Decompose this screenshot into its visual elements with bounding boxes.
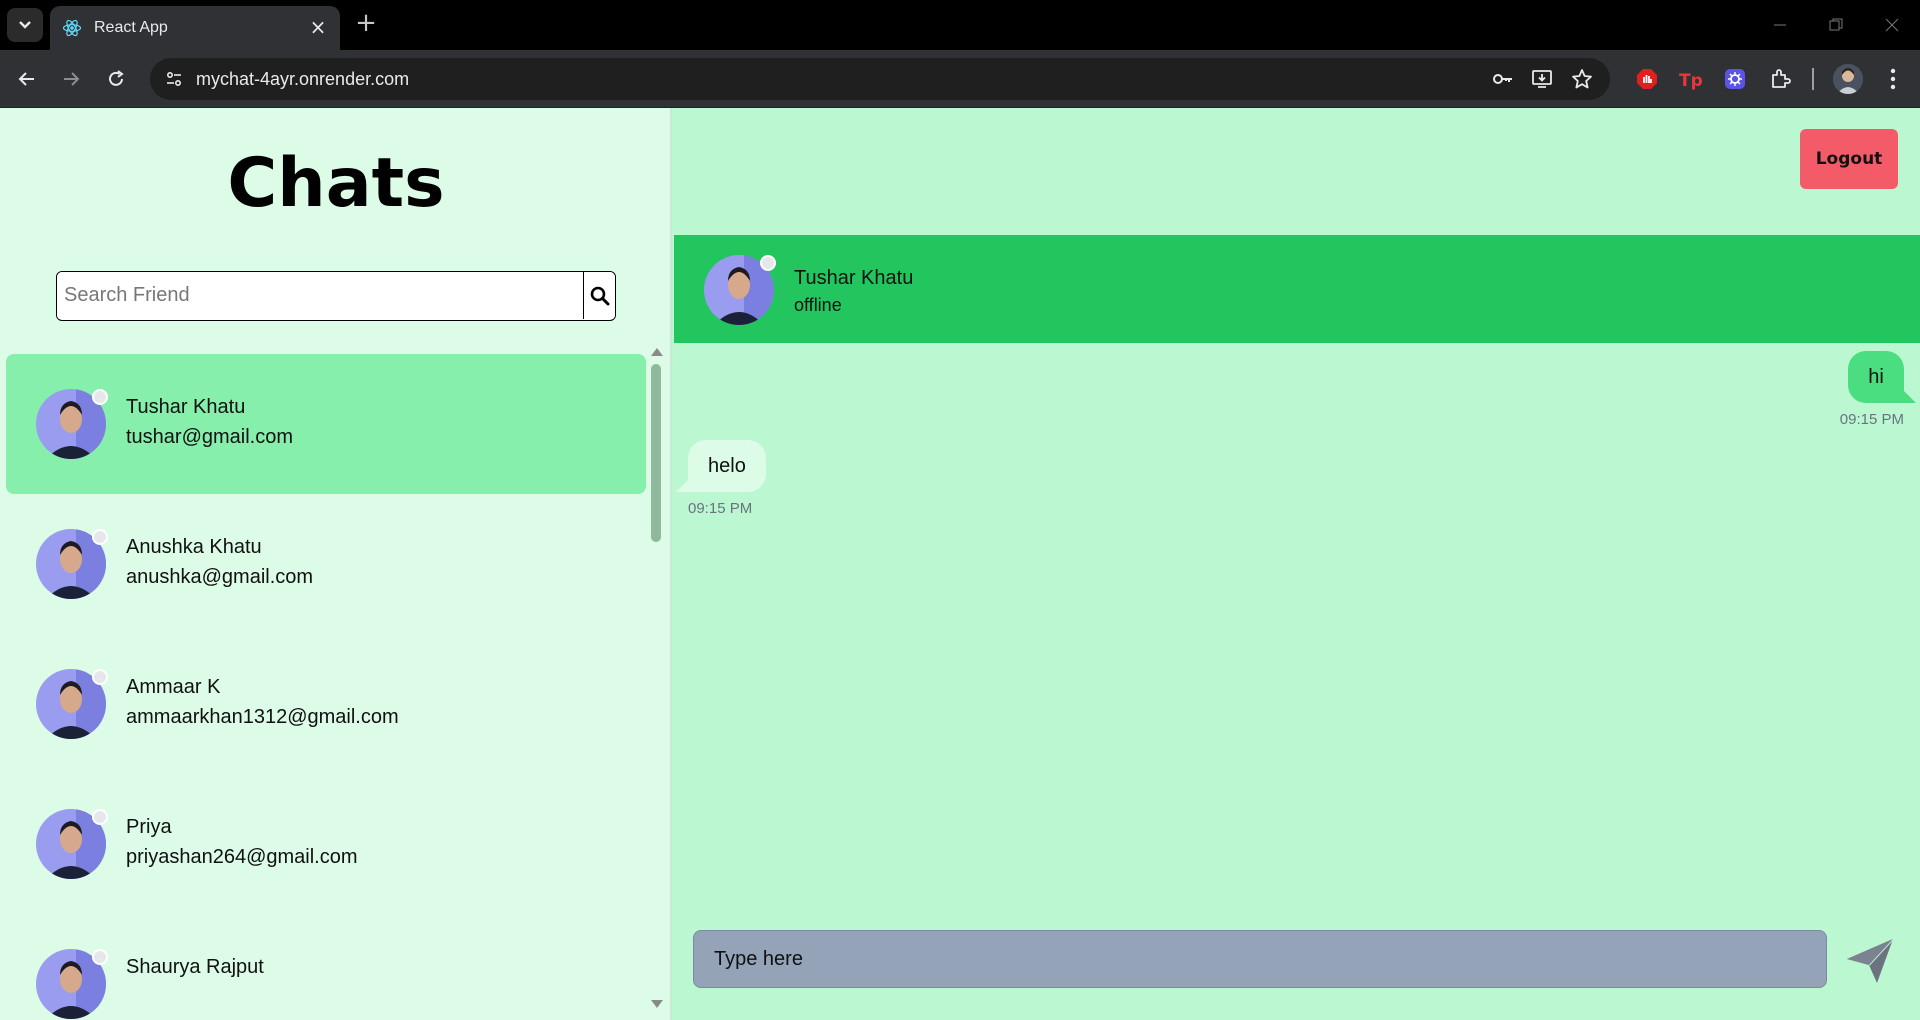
send-icon bbox=[1847, 938, 1894, 983]
message-timestamp: 09:15 PM bbox=[1839, 411, 1904, 428]
browser-menu-icon[interactable] bbox=[1880, 66, 1906, 92]
site-info-icon[interactable] bbox=[162, 67, 186, 91]
contact-name: Ammaar K bbox=[126, 676, 221, 698]
scroll-thumb[interactable] bbox=[651, 364, 661, 542]
outgoing-message-bubble: hi bbox=[1848, 351, 1916, 403]
contact-name: Shaurya Rajput bbox=[126, 956, 264, 978]
avatar bbox=[36, 809, 108, 879]
svg-text:Tp: Tp bbox=[1679, 71, 1703, 90]
contact-list: Tushar Khatu tushar@gmail.com Anushka Kh… bbox=[0, 344, 660, 1020]
browser-tab[interactable]: React App × bbox=[50, 6, 340, 50]
avatar bbox=[36, 389, 108, 459]
install-app-icon[interactable] bbox=[1530, 67, 1554, 91]
profile-avatar[interactable] bbox=[1833, 64, 1863, 94]
tab-close-icon[interactable]: × bbox=[308, 17, 328, 38]
avatar bbox=[36, 669, 108, 739]
contact-item[interactable]: Priya priyashan264@gmail.com bbox=[6, 774, 646, 914]
contact-item[interactable]: Anushka Khatu anushka@gmail.com bbox=[6, 494, 646, 634]
contact-item[interactable]: Tushar Khatu tushar@gmail.com bbox=[6, 354, 646, 494]
contact-email: tushar@gmail.com bbox=[126, 426, 294, 448]
offline-status-dot bbox=[92, 809, 108, 825]
offline-status-dot bbox=[92, 529, 108, 545]
extensions-puzzle-icon[interactable] bbox=[1768, 66, 1794, 92]
restore-icon[interactable] bbox=[1808, 0, 1864, 50]
password-key-icon[interactable] bbox=[1490, 67, 1514, 91]
search-input[interactable] bbox=[57, 272, 583, 319]
react-logo-icon bbox=[62, 18, 82, 38]
page-title: Chats bbox=[227, 144, 445, 223]
contact-item[interactable]: Ammaar K ammaarkhan1312@gmail.com bbox=[6, 634, 646, 774]
contact-list-scrollbar[interactable] bbox=[648, 348, 664, 1008]
tp-extension-icon[interactable]: Tp bbox=[1678, 66, 1704, 92]
tab-search-chevron-icon[interactable] bbox=[7, 8, 43, 42]
search-box bbox=[56, 271, 616, 321]
search-button[interactable] bbox=[583, 272, 615, 319]
scroll-up-arrow-icon[interactable] bbox=[651, 348, 663, 356]
browser-toolbar: mychat-4ayr.onrender.com Tp bbox=[0, 50, 1920, 108]
contact-name: Priya bbox=[126, 816, 172, 838]
reload-icon[interactable] bbox=[101, 64, 131, 94]
offline-status-dot bbox=[92, 949, 108, 965]
contact-name: Tushar Khatu bbox=[126, 396, 246, 418]
bookmark-star-icon[interactable] bbox=[1570, 67, 1594, 91]
message-timestamp: 09:15 PM bbox=[688, 500, 753, 517]
scroll-down-arrow-icon[interactable] bbox=[651, 1000, 663, 1008]
contact-email: anushka@gmail.com bbox=[126, 566, 314, 588]
send-button[interactable] bbox=[1844, 936, 1896, 986]
avatar bbox=[704, 255, 776, 325]
adblock-extension-icon[interactable] bbox=[1634, 66, 1660, 92]
offline-status-dot bbox=[760, 255, 776, 271]
chat-header: Tushar Khatu offline bbox=[674, 235, 1920, 343]
chat-app: Chats Tushar Khatu tushar@gmail.com bbox=[0, 108, 1920, 1020]
contact-email: priyashan264@gmail.com bbox=[126, 846, 358, 868]
offline-status-dot bbox=[92, 389, 108, 405]
browser-tabbar: React App × + bbox=[0, 0, 1920, 50]
logout-button[interactable]: Logout bbox=[1800, 129, 1898, 189]
tab-title: React App bbox=[94, 19, 168, 36]
chat-partner-name: Tushar Khatu bbox=[794, 267, 914, 289]
forward-arrow-icon[interactable] bbox=[56, 64, 86, 94]
window-close-icon[interactable] bbox=[1864, 0, 1920, 50]
chats-sidebar: Chats Tushar Khatu tushar@gmail.com bbox=[0, 108, 672, 1020]
search-icon bbox=[590, 286, 609, 305]
address-bar[interactable]: mychat-4ayr.onrender.com bbox=[150, 58, 1610, 100]
window-controls bbox=[1752, 0, 1920, 50]
toolbar-separator bbox=[1812, 68, 1814, 90]
message-input[interactable] bbox=[693, 930, 1827, 988]
contact-item[interactable]: Shaurya Rajput bbox=[6, 914, 646, 1020]
offline-status-dot bbox=[92, 669, 108, 685]
incoming-message-bubble: helo bbox=[676, 440, 766, 492]
avatar bbox=[36, 529, 108, 599]
contact-email: ammaarkhan1312@gmail.com bbox=[126, 706, 399, 728]
minimize-icon[interactable] bbox=[1752, 0, 1808, 50]
back-arrow-icon[interactable] bbox=[12, 64, 42, 94]
url-text[interactable]: mychat-4ayr.onrender.com bbox=[196, 69, 409, 90]
chat-partner-status: offline bbox=[794, 295, 842, 315]
avatar bbox=[36, 949, 108, 1019]
chat-panel: Logout Tushar Khatu offline hi 09:15 PM … bbox=[672, 108, 1920, 1020]
contact-name: Anushka Khatu bbox=[126, 536, 262, 558]
purple-extension-icon[interactable] bbox=[1722, 66, 1748, 92]
new-tab-plus-icon[interactable]: + bbox=[352, 10, 380, 38]
